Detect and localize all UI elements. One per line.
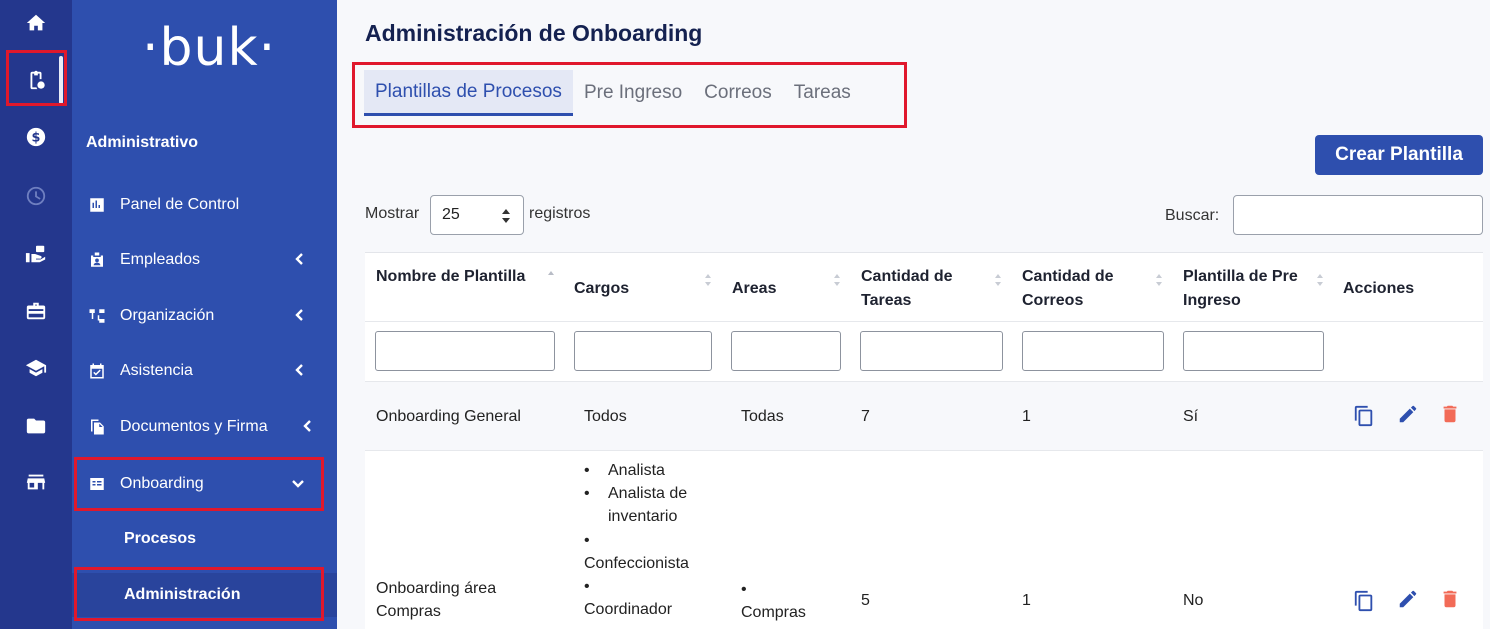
- delete-icon[interactable]: [1439, 403, 1461, 425]
- cell-pre-ingreso: Sí: [1183, 408, 1199, 425]
- filter-input-tareas[interactable]: [860, 331, 1003, 371]
- filter-input-correos[interactable]: [1022, 331, 1164, 371]
- edit-icon[interactable]: [1397, 403, 1419, 425]
- sidebar-item-panel-de-control[interactable]: Panel de Control: [72, 181, 337, 229]
- delete-icon[interactable]: [1439, 588, 1461, 610]
- sidebar-item-label: Organización: [120, 307, 215, 324]
- onboarding-highlight-box: [74, 457, 324, 511]
- chevron-left-icon: [293, 363, 307, 377]
- list-item: Confeccionista: [584, 554, 689, 572]
- id-badge-icon: [88, 251, 106, 269]
- sidebar-item-organizacion[interactable]: Organización: [72, 292, 337, 340]
- briefcase-icon[interactable]: [0, 291, 72, 331]
- cell-areas: Compras: [741, 604, 806, 621]
- cell-correos: 1: [1022, 592, 1031, 609]
- table-row: [365, 382, 1483, 450]
- copy-icon[interactable]: [1353, 590, 1375, 612]
- sort-icon: [704, 273, 712, 286]
- cell-nombre: Onboarding General: [376, 408, 521, 425]
- search-input[interactable]: [1233, 195, 1483, 235]
- sidebar-subitem-procesos[interactable]: Procesos: [72, 517, 337, 561]
- clock-icon[interactable]: [0, 176, 72, 216]
- home-icon[interactable]: [0, 3, 72, 43]
- page-title: Administración de Onboarding: [365, 20, 703, 46]
- records-label: registros: [529, 205, 591, 222]
- cell-cargos: Todos: [584, 408, 627, 425]
- cell-areas: Todas: [741, 408, 784, 425]
- column-header-cantidad-correos[interactable]: Cantidad de Correos: [1022, 265, 1147, 313]
- sidebar-item-documentos-y-firma[interactable]: Documentos y Firma: [72, 403, 337, 451]
- sidebar-section-title: Administrativo: [86, 134, 199, 151]
- sort-icon: [833, 273, 841, 286]
- org-chart-icon: [88, 307, 106, 325]
- sidebar-item-label: Documentos y Firma: [120, 418, 268, 435]
- list-item: Analista de inventario: [584, 482, 714, 528]
- sidebar-item-asistencia[interactable]: Asistencia: [72, 347, 337, 395]
- filter-input-nombre[interactable]: [375, 331, 555, 371]
- column-header-pre-ingreso[interactable]: Plantilla de Pre Ingreso: [1183, 265, 1303, 313]
- sort-icon: [994, 273, 1002, 286]
- chart-icon: [88, 196, 106, 214]
- sidebar: ·buk· Administrativo Panel de Control Em…: [72, 0, 337, 629]
- list-bullet: •: [741, 581, 747, 598]
- cell-pre-ingreso: No: [1183, 592, 1204, 609]
- chevron-left-icon: [301, 419, 315, 433]
- svg-text:$: $: [32, 131, 41, 146]
- list-item: Analista: [584, 459, 724, 482]
- select-arrows-icon: [502, 209, 510, 223]
- sort-asc-icon: [547, 269, 555, 281]
- list-bullet: •: [584, 531, 590, 549]
- cell-tareas: 5: [861, 592, 870, 609]
- page-size-select[interactable]: 25: [430, 195, 524, 235]
- store-icon[interactable]: [0, 462, 72, 502]
- sort-icon: [1155, 273, 1163, 286]
- tabs-highlight-box: [352, 62, 907, 128]
- page-size-value: 25: [442, 206, 460, 223]
- documents-icon: [88, 418, 106, 436]
- sort-icon: [1316, 273, 1324, 286]
- sidebar-item-empleados[interactable]: Empleados: [72, 236, 337, 284]
- list-bullet: •: [584, 578, 590, 596]
- sidebar-item-label: Panel de Control: [120, 196, 240, 213]
- administracion-highlight-box: [74, 567, 324, 621]
- column-header-cargos[interactable]: Cargos: [574, 277, 629, 301]
- edit-icon[interactable]: [1397, 588, 1419, 610]
- create-template-button[interactable]: Crear Plantilla: [1315, 135, 1483, 175]
- header-divider: [365, 321, 1483, 322]
- cell-tareas: 7: [861, 408, 870, 425]
- sidebar-subitem-label: Procesos: [124, 530, 197, 547]
- buk-logo: ·buk·: [142, 18, 277, 78]
- show-label: Mostrar: [365, 205, 420, 222]
- column-header-nombre[interactable]: Nombre de Plantilla: [376, 265, 526, 289]
- column-header-areas[interactable]: Areas: [732, 277, 776, 301]
- copy-icon[interactable]: [1353, 405, 1375, 427]
- column-header-cantidad-tareas[interactable]: Cantidad de Tareas: [861, 265, 981, 313]
- column-header-acciones: Acciones: [1343, 280, 1415, 297]
- chevron-left-icon: [293, 308, 307, 322]
- cell-nombre: Onboarding área Compras: [376, 580, 497, 620]
- templates-table: Nombre de Plantilla Cargos Areas Cantida…: [365, 252, 1483, 629]
- filter-input-pre-ingreso[interactable]: [1183, 331, 1324, 371]
- chevron-left-icon: [293, 252, 307, 266]
- cell-cargos-list: Analista Analista de inventario • Confec…: [584, 459, 724, 621]
- rail-highlight-box: [6, 50, 67, 106]
- hand-money-icon[interactable]: [0, 234, 72, 274]
- search-label: Buscar:: [1165, 207, 1220, 224]
- folder-icon[interactable]: [0, 406, 72, 446]
- filter-input-areas[interactable]: [731, 331, 841, 371]
- calendar-check-icon: [88, 362, 106, 380]
- sidebar-item-label: Asistencia: [120, 362, 193, 379]
- filter-input-cargos[interactable]: [574, 331, 712, 371]
- graduation-cap-icon[interactable]: [0, 348, 72, 388]
- sidebar-item-label: Empleados: [120, 251, 201, 268]
- dollar-icon[interactable]: $: [0, 117, 72, 157]
- row-divider: [365, 450, 1483, 451]
- list-item: Coordinador: [584, 601, 673, 619]
- cell-correos: 1: [1022, 408, 1031, 425]
